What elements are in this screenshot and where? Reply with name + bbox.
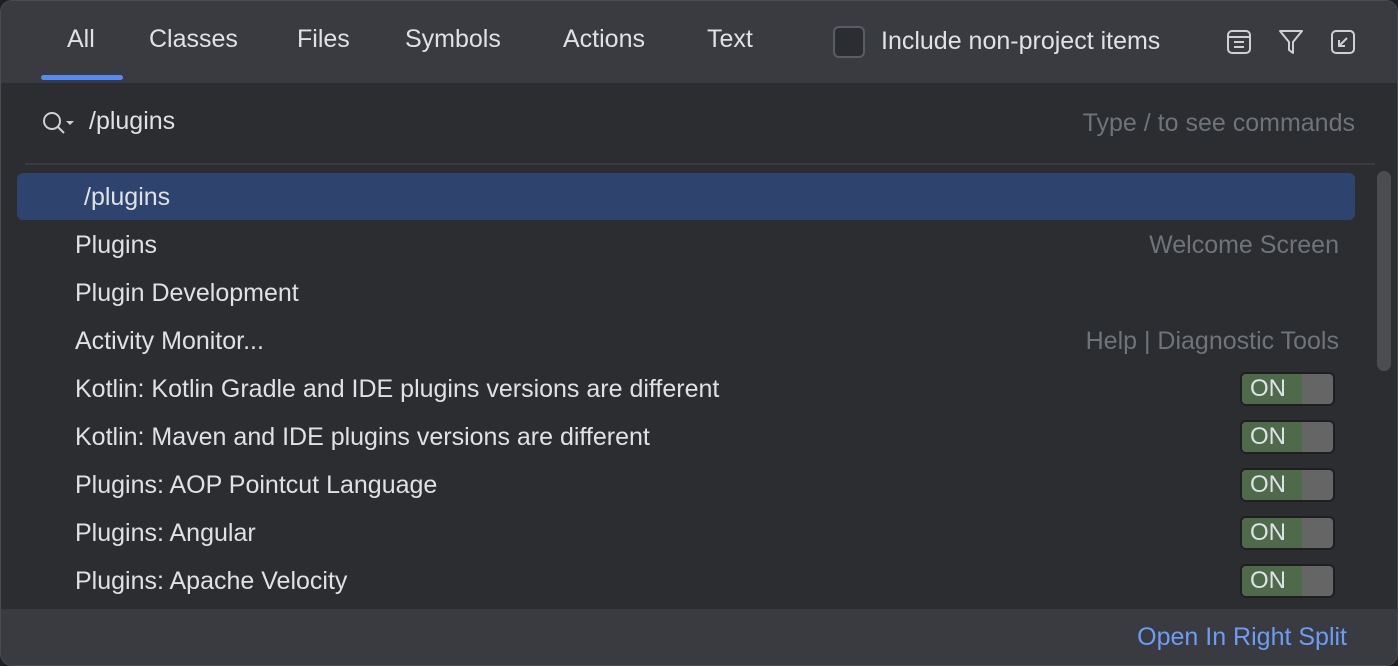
scrollbar[interactable] bbox=[1377, 171, 1391, 371]
tab-symbols[interactable]: Symbols bbox=[405, 25, 501, 54]
search-icon[interactable] bbox=[41, 109, 77, 137]
option-toggle[interactable]: ON bbox=[1240, 372, 1335, 406]
toggle-state: ON bbox=[1242, 374, 1302, 404]
tab-actions[interactable]: Actions bbox=[563, 25, 645, 54]
tab-all[interactable]: All bbox=[67, 25, 95, 54]
header: All Classes Files Symbols Actions Text I… bbox=[1, 1, 1397, 83]
footer: Open In Right Split bbox=[1, 609, 1397, 666]
row-label: Plugin Development bbox=[75, 279, 299, 308]
divider bbox=[25, 163, 1375, 165]
search-bar[interactable]: /plugins Type / to see commands bbox=[1, 83, 1397, 163]
toggle-state: ON bbox=[1242, 518, 1302, 548]
include-non-project-label[interactable]: Include non-project items bbox=[881, 27, 1160, 56]
collapse-window-icon[interactable] bbox=[1329, 28, 1357, 56]
result-row[interactable]: Kotlin: Maven and IDE plugins versions a… bbox=[17, 413, 1355, 460]
option-toggle[interactable]: ON bbox=[1240, 516, 1335, 550]
include-non-project-checkbox[interactable] bbox=[833, 26, 865, 58]
row-label: Plugins: Apache Velocity bbox=[75, 567, 347, 596]
row-label: Kotlin: Kotlin Gradle and IDE plugins ve… bbox=[75, 375, 719, 404]
result-row[interactable]: Plugins: Angular ON bbox=[17, 509, 1355, 556]
row-label: Activity Monitor... bbox=[75, 327, 264, 356]
option-toggle[interactable]: ON bbox=[1240, 564, 1335, 598]
row-label: Kotlin: Maven and IDE plugins versions a… bbox=[75, 423, 650, 452]
result-row[interactable]: Kotlin: Kotlin Gradle and IDE plugins ve… bbox=[17, 365, 1355, 412]
toggle-state: ON bbox=[1242, 566, 1302, 596]
result-row[interactable]: Activity Monitor... Help | Diagnostic Too… bbox=[17, 317, 1355, 364]
toggle-state: ON bbox=[1242, 422, 1302, 452]
tab-text[interactable]: Text bbox=[707, 25, 753, 54]
result-row[interactable]: Plugins: Apache Velocity ON bbox=[17, 557, 1355, 604]
filter-icon[interactable] bbox=[1277, 28, 1305, 56]
toggle-state: ON bbox=[1242, 470, 1302, 500]
row-label: Plugins bbox=[75, 231, 157, 260]
row-location: Help | Diagnostic Tools bbox=[1086, 327, 1339, 356]
option-toggle[interactable]: ON bbox=[1240, 420, 1335, 454]
open-in-right-split-link[interactable]: Open In Right Split bbox=[1137, 623, 1347, 652]
result-row[interactable]: Plugins Welcome Screen bbox=[17, 221, 1355, 268]
row-label: Plugins: Angular bbox=[75, 519, 256, 548]
result-row[interactable]: Plugins: AOP Pointcut Language ON bbox=[17, 461, 1355, 508]
search-everywhere-popup: All Classes Files Symbols Actions Text I… bbox=[0, 0, 1398, 666]
tab-files[interactable]: Files bbox=[297, 25, 350, 54]
result-row[interactable]: Plugin Development bbox=[17, 269, 1355, 316]
active-tab-indicator bbox=[41, 75, 123, 80]
search-input[interactable]: /plugins bbox=[89, 107, 175, 136]
search-hint: Type / to see commands bbox=[1083, 109, 1355, 138]
row-location: Welcome Screen bbox=[1149, 231, 1339, 260]
tab-classes[interactable]: Classes bbox=[149, 25, 238, 54]
row-label: /plugins bbox=[84, 183, 170, 212]
preview-icon[interactable] bbox=[1225, 28, 1253, 56]
row-label: Plugins: AOP Pointcut Language bbox=[75, 471, 437, 500]
option-toggle[interactable]: ON bbox=[1240, 468, 1335, 502]
result-row[interactable]: /plugins bbox=[17, 173, 1355, 220]
